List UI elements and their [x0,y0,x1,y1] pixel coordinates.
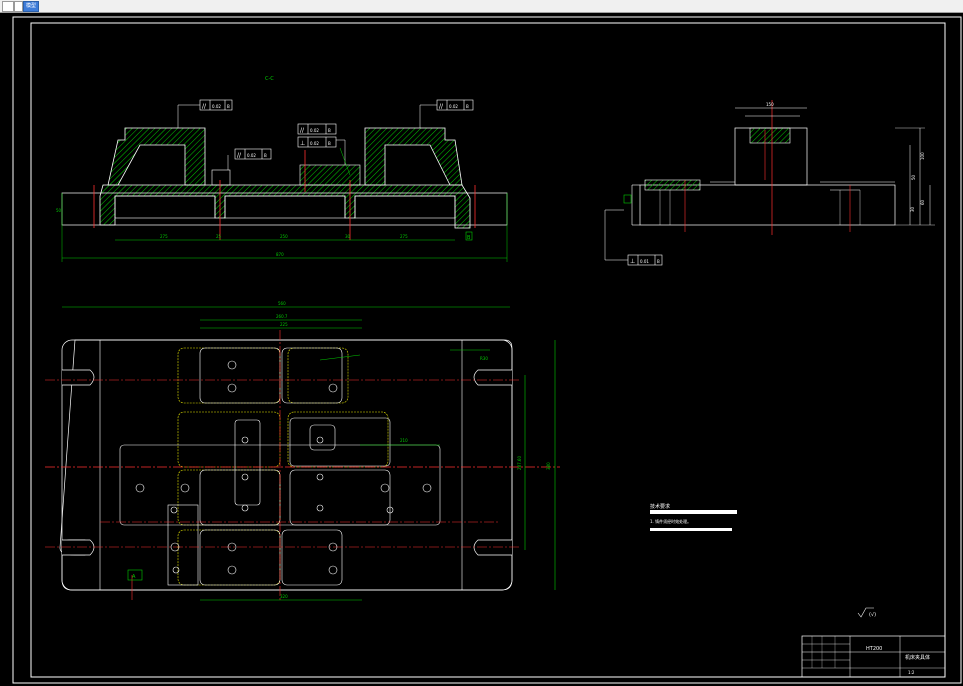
gdt-frame-2[interactable]: // 0.02 B [419,99,474,128]
side-view[interactable]: 150 100 50 60 30 ⊥ 0.01 B [604,100,935,266]
svg-text:0.02: 0.02 [310,141,319,146]
dim-side-h1: 100 [920,152,925,160]
svg-text:0.02: 0.02 [247,153,256,158]
cad-drawing-canvas[interactable]: C-C 870 275 25 250 30 275 50 // 0.02 B /… [0,12,963,686]
dim-side-h2: 50 [911,174,916,180]
svg-text:0.02: 0.02 [449,104,458,109]
u-slot-top-left [62,369,95,386]
roughness-symbol: (√) [857,607,876,618]
gdt-frame-side[interactable]: ⊥ 0.01 B [604,194,663,266]
datum-b-marker: B [465,231,473,241]
section-label: C-C [265,76,274,82]
svg-text:⊥: ⊥ [300,140,305,147]
plan-view[interactable]: 560 260.7 225 320 380 287.60 210 R30 A [45,301,560,601]
svg-text:0.02: 0.02 [310,128,319,133]
dim-plan-total: 560 [278,301,286,306]
dim-plan-slot: 210 [400,438,408,443]
svg-text://: // [202,103,207,110]
svg-text://: // [439,103,444,110]
svg-text:A: A [132,574,136,580]
dim-side-h4: 30 [910,206,915,212]
u-slot-top-right [473,369,512,386]
side-upper-hatch [749,127,791,144]
title-block[interactable]: HT200 机床夹具体 1:2 [801,635,946,678]
dim-front-left: 275 [160,234,168,239]
model-tab[interactable]: 模型 [23,1,39,12]
side-lower-hatch [644,179,701,191]
svg-text:B: B [467,235,471,241]
u-slot-bottom-right [473,539,512,556]
left-boss-hatch [107,127,206,186]
dim-plan-height: 380 [546,462,551,470]
svg-text:B: B [328,128,331,133]
svg-text:B: B [264,153,267,158]
datum-a-marker: A [127,569,143,600]
gdt-frame-1[interactable]: // 0.02 B [177,99,233,128]
plan-outline [59,339,513,591]
dim-front-right: 275 [400,234,408,239]
toolbar-tab-1[interactable] [2,1,14,12]
svg-text:⊥: ⊥ [630,258,635,265]
right-boss-hatch [364,127,463,186]
svg-text:0.02: 0.02 [212,104,221,109]
front-section-view[interactable]: C-C 870 275 25 250 30 275 50 // 0.02 B /… [56,76,508,262]
base-plate-hatch [99,184,471,229]
gdt-frame-3[interactable]: // 0.02 B ⊥ 0.02 B [297,123,337,148]
middle-small-block [211,169,231,186]
svg-text:B: B [466,104,469,109]
pocket-1 [114,195,216,219]
title-material: HT200 [866,646,882,652]
dim-plan-r: R30 [480,356,488,361]
svg-text://: // [300,127,305,134]
dim-plan-height-inner: 287.60 [517,456,522,470]
toolbar-tab-2[interactable] [14,1,23,12]
plan-outline-rect [61,339,513,591]
middle-block [299,164,361,186]
title-drawing-name: 机床夹具体 [905,654,930,661]
u-slot-bottom-left [62,539,95,556]
svg-text:(√): (√) [869,612,876,618]
pocket-3 [354,195,456,219]
dim-front-height: 50 [56,208,62,213]
dim-front-small-b: 30 [345,234,351,239]
dim-plan-upper-1: 260.7 [276,314,288,319]
technical-notes: 技术要求 1. 铸件须经时效处理。 [650,503,737,531]
title-scale: 1:2 [908,670,915,675]
dim-side-top: 150 [766,102,774,107]
gdt-frame-4[interactable]: // 0.02 B [227,148,272,170]
dim-front-mid: 250 [280,234,288,239]
pocket-2 [224,195,346,219]
side-base [639,184,896,226]
dim-side-h3: 60 [920,199,925,205]
svg-text:B: B [657,259,660,264]
dim-plan-upper-2: 225 [280,322,288,327]
dim-front-total: 870 [276,252,284,257]
svg-text:0.01: 0.01 [640,259,649,264]
dim-front-small-a: 25 [216,234,222,239]
svg-text:B: B [328,141,331,146]
svg-text:B: B [227,104,230,109]
base-outline [61,192,508,226]
notes-line-1: 1. 铸件须经时效处理。 [650,518,691,524]
svg-text://: // [237,152,242,159]
dim-plan-bottom: 320 [280,594,288,599]
notes-title: 技术要求 [650,503,670,510]
